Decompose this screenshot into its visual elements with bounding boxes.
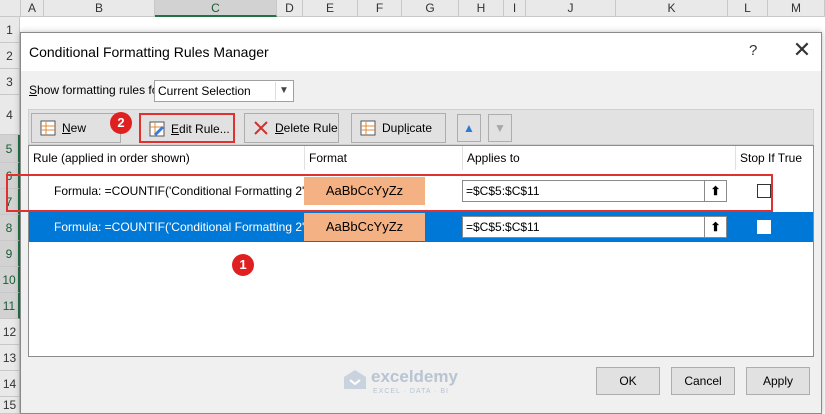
row-header-13[interactable]: 13 (0, 345, 20, 371)
column-header-stop-if-true: Stop If True (736, 146, 813, 170)
edit-rule-icon (149, 121, 165, 137)
column-header-m[interactable]: M (768, 0, 825, 17)
show-rules-label: Show formatting rules for: (29, 83, 166, 97)
chevron-up-icon: ▲ (463, 121, 475, 135)
edit-rule-accel: E (171, 122, 180, 136)
column-header-e[interactable]: E (303, 0, 358, 17)
delete-x-icon (254, 121, 268, 135)
column-header-b[interactable]: B (44, 0, 155, 17)
delete-rule-button[interactable]: Delete Rule (244, 113, 339, 143)
row-header-9[interactable]: 9 (0, 241, 20, 267)
show-rules-label-text: how formatting rules for: (37, 83, 166, 97)
row-header-12[interactable]: 12 (0, 319, 20, 345)
row-header-3[interactable]: 3 (0, 69, 20, 95)
duplicate-rule-label-pre: Dupl (382, 121, 407, 135)
move-down-button[interactable]: ▼ (488, 114, 512, 142)
row-header-2[interactable]: 2 (0, 43, 20, 69)
rule-row-selected[interactable]: Formula: =COUNTIF('Conditional Formattin… (29, 212, 813, 242)
row-header-14[interactable]: 14 (0, 371, 20, 397)
chevron-down-icon: ▼ (494, 121, 506, 135)
help-button[interactable]: ? (749, 42, 757, 59)
applies-to-input[interactable]: =$C$5:$C$11 ⬆ (462, 216, 727, 238)
rules-toolbar: New Rule... Edit Rule... Delete Rule Dup… (28, 109, 814, 163)
duplicate-rule-button[interactable]: Duplicate Rule (351, 113, 446, 163)
show-rules-label-accel: S (29, 83, 38, 97)
selected-row-highlight (6, 174, 773, 212)
watermark-tagline: EXCEL · DATA · BI (373, 388, 449, 395)
delete-rule-accel: D (275, 121, 284, 135)
new-rule-accel: N (62, 121, 71, 135)
column-header-rule: Rule (applied in order shown) (29, 146, 305, 170)
row-header-4[interactable]: 4 (0, 95, 20, 135)
dialog-title: Conditional Formatting Rules Manager (29, 44, 269, 60)
apply-button[interactable]: Apply (746, 367, 810, 395)
chevron-down-icon[interactable]: ▼ (275, 82, 292, 100)
format-preview: AaBbCcYyZz (304, 213, 425, 241)
close-button[interactable]: ✕ (789, 37, 815, 63)
dialog-titlebar: Conditional Formatting Rules Manager ? ✕ (21, 33, 821, 71)
column-header-j[interactable]: J (526, 0, 616, 17)
column-header-c[interactable]: C (155, 0, 277, 17)
select-all-corner[interactable] (0, 0, 21, 17)
step-badge-2: 2 (110, 112, 132, 134)
stop-if-true-checkbox[interactable] (757, 220, 771, 234)
row-header-5[interactable]: 5 (0, 135, 20, 163)
delete-rule-label: elete Rule (283, 121, 338, 135)
edit-rule-label: dit Rule... (179, 122, 230, 136)
edit-rule-button[interactable]: Edit Rule... (139, 113, 235, 143)
new-rule-button[interactable]: New Rule... (31, 113, 121, 163)
row-header-11[interactable]: 11 (0, 293, 20, 319)
column-header-k[interactable]: K (616, 0, 728, 17)
column-header-a[interactable]: A (21, 0, 44, 17)
new-rule-icon (40, 120, 56, 136)
show-rules-for-select[interactable]: Current Selection ▼ (154, 80, 294, 102)
ok-button[interactable]: OK (596, 367, 660, 395)
range-picker-icon[interactable]: ⬆ (704, 217, 726, 237)
show-rules-for-value: Current Selection (158, 84, 251, 98)
duplicate-rule-icon (360, 120, 376, 136)
cancel-button[interactable]: Cancel (671, 367, 735, 395)
conditional-formatting-rules-manager-dialog: Conditional Formatting Rules Manager ? ✕… (20, 32, 822, 414)
column-header-d[interactable]: D (277, 0, 303, 17)
column-header-l[interactable]: L (728, 0, 768, 17)
watermark-name: exceldemy (371, 367, 458, 386)
logo-icon (344, 370, 366, 389)
column-header-g[interactable]: G (402, 0, 459, 17)
column-header-applies-to: Applies to (463, 146, 736, 170)
row-header-8[interactable]: 8 (0, 215, 20, 241)
column-header-i[interactable]: I (504, 0, 526, 17)
row-header-15[interactable]: 15 (0, 397, 20, 414)
column-header-format: Format (305, 146, 463, 170)
move-up-button[interactable]: ▲ (457, 114, 481, 142)
row-header-1[interactable]: 1 (0, 17, 20, 43)
row-header-10[interactable]: 10 (0, 267, 20, 293)
column-header-h[interactable]: H (459, 0, 504, 17)
column-header-f[interactable]: F (358, 0, 402, 17)
applies-to-value: =$C$5:$C$11 (466, 220, 540, 234)
step-badge-1: 1 (232, 254, 254, 276)
